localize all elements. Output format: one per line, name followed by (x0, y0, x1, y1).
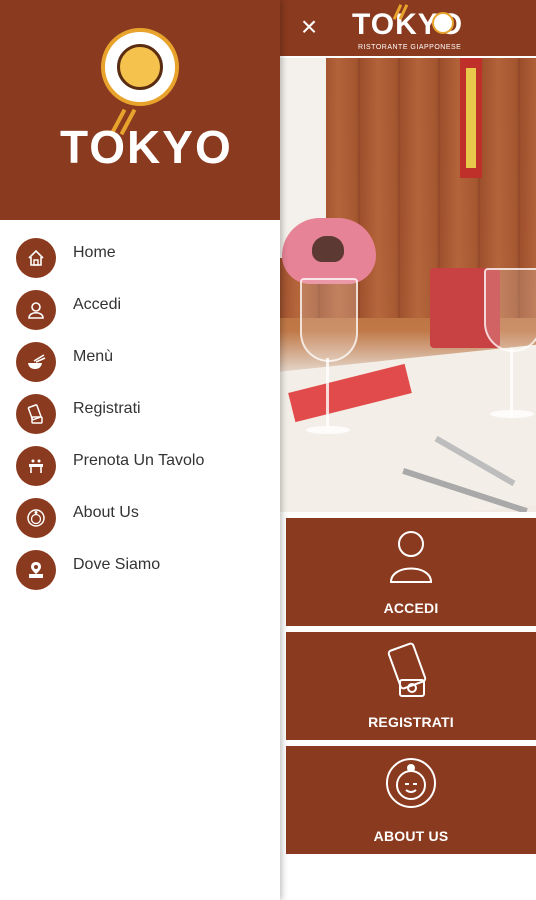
header-logo-subtitle: RISTORANTE GIAPPONESE (358, 44, 462, 51)
drawer-item-dove-siamo[interactable]: Dove Siamo (0, 544, 280, 596)
hero-glass-base (306, 426, 350, 434)
drawer-item-prenota-un-tavolo[interactable]: Prenota Un Tavolo (0, 440, 280, 492)
header-logo-face-icon (432, 12, 454, 34)
drawer-logo-text: TOKYO (60, 121, 233, 173)
top-app-bar: × TOKYO RISTORANTE GIAPPONESE (280, 0, 536, 56)
chopsticks-bowl-icon (16, 342, 56, 382)
drawer-item-label: Accedi (73, 296, 122, 313)
tile-about-us-label: ABOUT US (373, 828, 449, 844)
register-icon (16, 394, 56, 434)
drawer-item-label: About Us (73, 504, 139, 521)
map-pin-icon (16, 550, 56, 590)
sumo-face-icon (386, 758, 436, 808)
table-icon (16, 446, 56, 486)
close-icon[interactable]: × (294, 12, 324, 42)
drawer-item-label: Menù (73, 348, 114, 365)
hero-wine-glass (300, 278, 358, 362)
header-logo[interactable]: TOKYO RISTORANTE GIAPPONESE (352, 4, 462, 54)
user-icon (16, 290, 56, 330)
hero-glass-base (490, 410, 534, 418)
drawer-item-registrati[interactable]: Registrati (0, 388, 280, 440)
drawer-item-label: Registrati (73, 400, 141, 417)
hero-glass-stem (326, 358, 329, 428)
drawer-header: TOKYO (0, 0, 280, 220)
hero-glass-stem (510, 348, 513, 418)
home-icon (16, 238, 56, 278)
drawer-item-home[interactable]: Home (0, 232, 280, 284)
hero-image-restaurant-table (280, 58, 536, 512)
hero-heart-cushion (282, 218, 376, 284)
drawer-item-label: Dove Siamo (73, 556, 161, 573)
register-icon (387, 642, 427, 697)
tile-accedi-button[interactable]: ACCEDI (286, 518, 536, 626)
drawer-item-menu[interactable]: Menù (0, 336, 280, 388)
tile-registrati-label: REGISTRATI (368, 714, 454, 730)
sumo-face-icon (16, 498, 56, 538)
hero-banner-stripe (466, 68, 476, 168)
navigation-drawer: TOKYO Home Accedi Menù Registrati Prenot… (0, 0, 280, 900)
drawer-item-accedi[interactable]: Accedi (0, 284, 280, 336)
drawer-menu: Home Accedi Menù Registrati Prenota Un T… (0, 232, 280, 596)
sumo-logo-icon (101, 28, 179, 106)
user-icon (389, 531, 433, 583)
tile-accedi-label: ACCEDI (383, 600, 439, 616)
drawer-item-label: Home (73, 244, 116, 261)
main-content: × TOKYO RISTORANTE GIAPPONESE ACCEDI REG… (280, 0, 536, 900)
tile-about-us-button[interactable]: ABOUT US (286, 746, 536, 854)
drawer-item-label: Prenota Un Tavolo (73, 452, 205, 469)
drawer-item-about-us[interactable]: About Us (0, 492, 280, 544)
hero-wine-glass (484, 268, 536, 352)
tile-registrati-button[interactable]: REGISTRATI (286, 632, 536, 740)
